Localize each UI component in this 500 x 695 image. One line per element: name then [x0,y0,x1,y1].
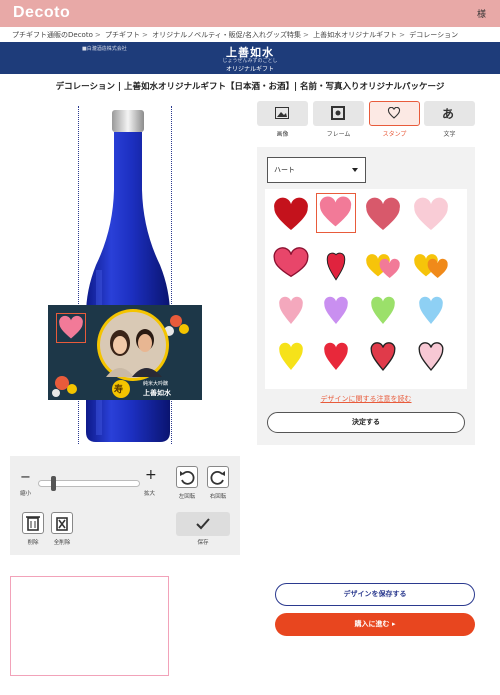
stamp-heart-glossy[interactable] [271,243,311,283]
page-title: デコレーション | 上善如水オリジナルギフト【日本酒・お酒】| 名前・写真入りオ… [55,82,445,92]
bottle-label[interactable]: 寿 純米大吟醸 上善如水 [48,305,202,400]
frame-icon [331,106,345,120]
tab-image-label: 画像 [276,131,289,138]
image-icon [275,107,289,119]
checkmark-icon [196,518,210,530]
delete-button[interactable] [22,512,44,534]
breadcrumb-item[interactable]: プチギフト通販のDecoto [12,31,93,39]
site-logo[interactable]: Decoto [13,4,70,22]
zoom-slider-thumb[interactable] [50,476,56,491]
stamp-category-select[interactable]: ハート [267,157,366,183]
tab-stamp-label: スタンプ [382,131,407,138]
trash-icon [26,516,40,531]
rotate-left-label: 左回転 [178,494,196,500]
stamp-grid [265,189,467,389]
delete-all-button[interactable] [51,512,73,534]
selected-stamp-frame[interactable] [56,313,86,343]
rotate-right-icon [210,470,225,485]
delete-label: 削除 [27,540,39,546]
stamp-heart-red[interactable] [271,195,311,235]
save-design-button[interactable]: デザインを保存する [275,583,475,606]
heart-icon [387,107,401,119]
tab-text[interactable]: あ 文字 [424,101,475,141]
zoom-slider[interactable] [38,476,140,491]
delete-all-label: 全削除 [53,540,71,546]
tab-frame-label: フレーム [326,131,351,138]
stamp-heart-dot-pink[interactable] [271,289,311,329]
stamp-hearts-yellow-orange[interactable] [411,243,451,283]
rotate-right-label: 右回転 [209,494,227,500]
stamp-heart-dot-green[interactable] [363,289,403,329]
save-button[interactable] [176,512,230,536]
tab-image[interactable]: 画像 [257,101,308,141]
label-vertical-text: 純米大吟醸 [143,381,169,387]
tab-stamp[interactable]: スタンプ [369,101,420,141]
stamp-category-value: ハート [274,166,295,174]
tool-tabs: 画像 フレーム スタンプ あ 文字 [257,101,475,141]
photo-placeholder[interactable] [10,576,169,676]
breadcrumb-item[interactable]: オリジナルノベルティ・販促/名入れグッズ特集 [152,31,301,39]
breadcrumb: プチギフト通販のDecoto > プチギフト > オリジナルノベルティ・販促/名入れ… [12,31,459,39]
stamp-heart-dot-red[interactable] [316,335,356,375]
stamp-heart-dot-blue[interactable] [411,289,451,329]
label-brand: 上善如水 [143,388,171,397]
delete-all-icon [56,517,68,531]
rotate-left-icon [180,470,195,485]
zoom-in-label: 拡大 [144,491,156,497]
rotate-left-button[interactable] [176,466,198,488]
design-notice-link[interactable]: デザインに関する注意を読む [257,394,475,404]
stamp-heart-pink[interactable] [316,193,356,233]
tab-text-label: 文字 [443,131,456,138]
text-icon: あ [442,107,455,121]
stamp-heart-sketch[interactable] [316,243,356,283]
stamp-heart-outline-red[interactable] [363,335,403,375]
rotate-right-button[interactable] [207,466,229,488]
zoom-in-icon[interactable]: + [145,467,157,483]
stamp-heart-dot-purple[interactable] [316,289,356,329]
stamp-heart-light-pink[interactable] [411,195,451,235]
brand-banner: ■白瀧酒造株式会社 上善如水 じょうぜんみずのごとし オリジナルギフト [0,42,500,74]
tab-frame[interactable]: フレーム [313,101,364,141]
chevron-down-icon [352,168,358,172]
stamp-heart-dot-yellow[interactable] [271,335,311,375]
breadcrumb-item[interactable]: 上善如水オリジナルギフト [313,31,397,39]
proceed-to-purchase-button[interactable]: 購入に進む ▸ [275,613,475,636]
edit-controls: − 縮小 + 拡大 左回転 右回転 削除 全削除 保存 [10,456,240,555]
label-kotobuki: 寿 [114,385,124,395]
breadcrumb-item-current: デコレーション [409,31,459,39]
stamp-panel: ハート デザインに関する注意を読む 決定する [257,147,475,445]
user-greeting: 様 [476,10,486,20]
zoom-out-icon[interactable]: − [20,470,31,485]
banner-subtitle: オリジナルギフト [225,66,274,73]
zoom-out-label: 縮小 [20,491,32,497]
stamp-hearts-yellow-pink[interactable] [363,243,403,283]
breadcrumb-item[interactable]: プチギフト [105,31,140,39]
decide-button[interactable]: 決定する [267,412,465,433]
placed-heart-stamp[interactable] [57,314,85,342]
top-header: Decoto 様 [0,0,500,27]
stamp-heart-outline-pink[interactable] [411,335,451,375]
banner-brand-reading: じょうぜんみずのごとし [222,58,278,64]
stamp-heart-rose[interactable] [363,195,403,235]
save-label: 保存 [197,540,209,546]
